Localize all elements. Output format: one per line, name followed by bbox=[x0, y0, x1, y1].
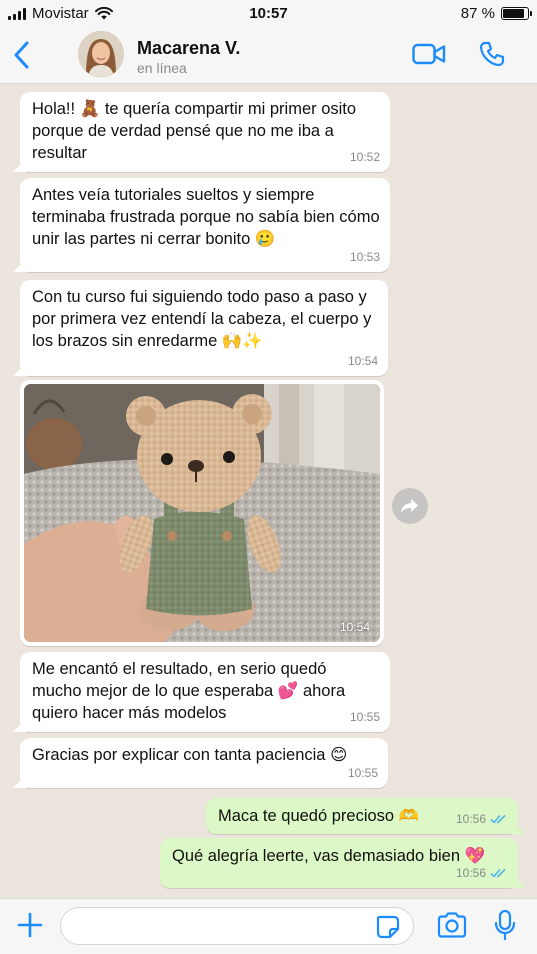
battery-icon bbox=[501, 7, 532, 20]
message-time: 10:52 bbox=[349, 150, 380, 164]
battery-level bbox=[503, 9, 524, 18]
teddy-bear-photo[interactable]: 10:54 bbox=[24, 384, 380, 642]
photo-message[interactable]: 10:54 bbox=[20, 380, 384, 646]
input-bar bbox=[0, 898, 537, 954]
camera-icon[interactable] bbox=[436, 911, 468, 939]
message-bubble-outgoing[interactable]: Maca te quedó precioso 🫶 10:56 bbox=[206, 798, 518, 834]
message-bubble-outgoing[interactable]: Qué alegría leerte, vas demasiado bien 💖… bbox=[160, 838, 518, 888]
contact-status: en línea bbox=[137, 60, 187, 76]
battery-percent: 87 % bbox=[460, 5, 495, 22]
message-bubble[interactable]: Me encantó el resultado, en serio quedó … bbox=[20, 652, 390, 732]
contact-name[interactable]: Macarena V. bbox=[137, 38, 240, 59]
message-text: Hola!! 🧸 te quería compartir mi primer o… bbox=[32, 100, 357, 162]
chat-header: Macarena V. en línea bbox=[0, 28, 537, 84]
message-text: Con tu curso fui siguiendo todo paso a p… bbox=[32, 288, 372, 350]
message-input[interactable] bbox=[60, 907, 414, 945]
message-time: 10:54 bbox=[347, 354, 378, 368]
status-right: 87 % bbox=[460, 5, 532, 22]
phone-icon[interactable] bbox=[478, 40, 506, 68]
chevron-left-icon[interactable] bbox=[8, 38, 38, 72]
message-time: 10:55 bbox=[347, 766, 378, 780]
microphone-icon[interactable] bbox=[494, 909, 516, 941]
message-bubble[interactable]: Gracias por explicar con tanta paciencia… bbox=[20, 738, 388, 788]
message-text: Antes veía tutoriales sueltos y siempre … bbox=[32, 186, 380, 248]
message-text: Me encantó el resultado, en serio quedó … bbox=[32, 660, 346, 722]
forward-arrow-icon bbox=[401, 499, 418, 513]
message-bubble[interactable]: Hola!! 🧸 te quería compartir mi primer o… bbox=[20, 92, 390, 172]
status-bar: Movistar 10:57 87 % bbox=[0, 0, 537, 28]
message-time: 10:55 bbox=[349, 710, 380, 724]
forward-button[interactable] bbox=[392, 488, 428, 524]
message-time: 10:53 bbox=[349, 250, 380, 264]
plus-icon[interactable] bbox=[16, 911, 44, 939]
sticker-icon[interactable] bbox=[374, 913, 402, 941]
avatar[interactable] bbox=[78, 31, 124, 77]
message-bubble[interactable]: Con tu curso fui siguiendo todo paso a p… bbox=[20, 280, 388, 376]
message-time: 10:56 bbox=[455, 866, 486, 880]
video-camera-icon[interactable] bbox=[412, 42, 446, 66]
message-text: Gracias por explicar con tanta paciencia… bbox=[32, 746, 348, 764]
double-check-icon bbox=[490, 814, 506, 824]
message-time: 10:56 bbox=[455, 812, 486, 826]
message-time: 10:54 bbox=[339, 620, 370, 634]
status-time: 10:57 bbox=[249, 5, 288, 22]
message-meta: 10:56 bbox=[456, 862, 508, 884]
double-check-icon bbox=[490, 868, 506, 878]
message-meta: 10:56 bbox=[456, 808, 508, 830]
message-bubble[interactable]: Antes veía tutoriales sueltos y siempre … bbox=[20, 178, 390, 272]
